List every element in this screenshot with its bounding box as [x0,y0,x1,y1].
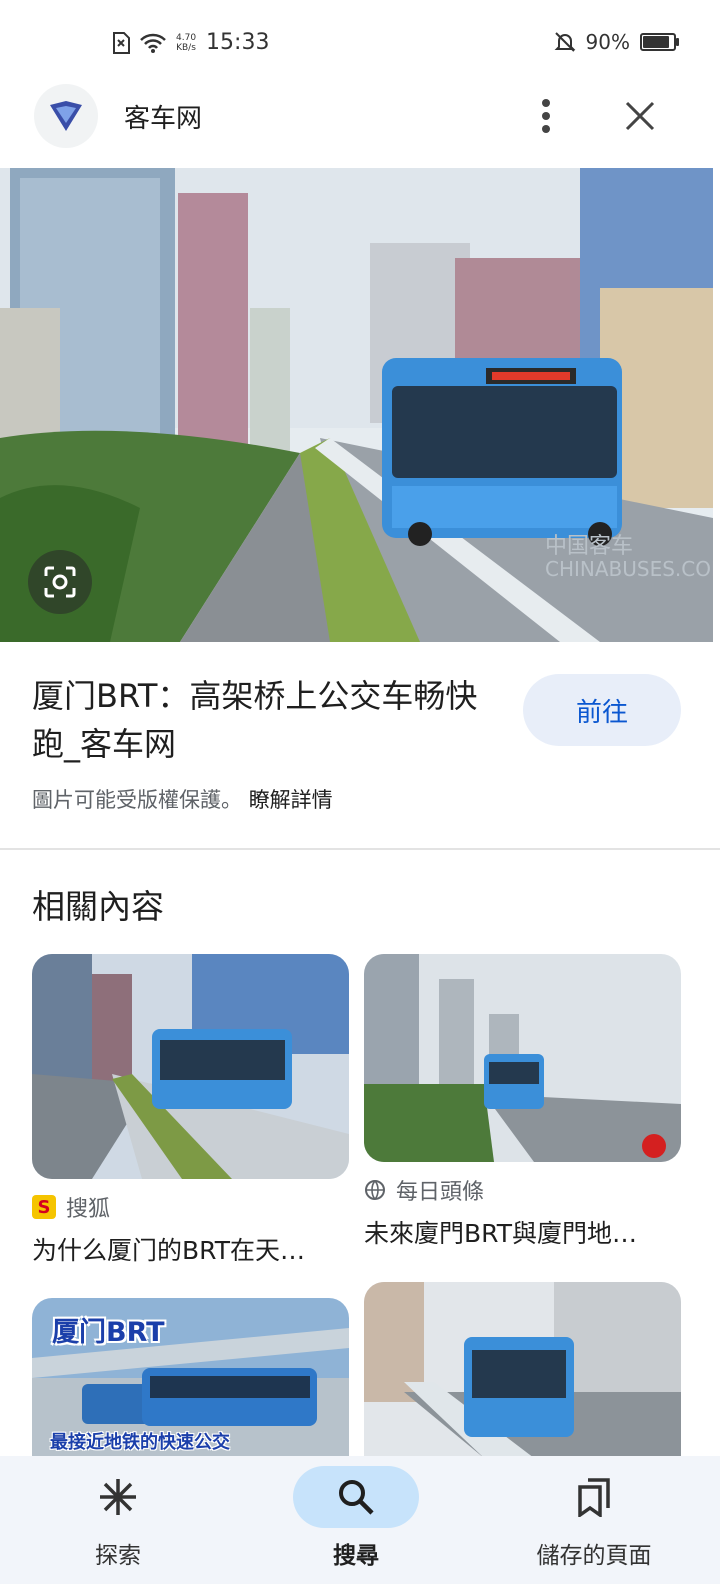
divider [0,848,720,850]
related-source-1: S 搜狐 [32,1191,349,1223]
network-speed: 4.70 KB/s [176,32,197,53]
nav-search[interactable]: 搜尋 [256,1456,456,1584]
status-bar: 4.70 KB/s 15:33 90% [0,0,720,90]
more-options-button[interactable] [526,92,566,140]
asterisk-icon [100,1479,136,1515]
copyright-text: 圖片可能受版權保護。 [32,788,242,812]
nav-saved-label: 儲存的頁面 [536,1543,652,1569]
visit-button[interactable]: 前往 [523,674,681,746]
related-caption-1: 为什么厦门的BRT在天… [32,1236,305,1265]
nav-saved[interactable]: 儲存的頁面 [494,1456,694,1584]
result-title[interactable]: 厦门BRT：高架桥上公交车畅快跑_客车网 [32,672,502,768]
related-card-2[interactable]: 每日頭條 未來廈門BRT與廈門地… [364,954,681,1250]
status-time: 15:33 [206,30,270,55]
related-card-4[interactable] [364,1282,681,1458]
main-image[interactable]: CHINABUSES.COM 中国客车 [0,168,713,642]
battery-percent: 90% [585,30,630,54]
site-logo[interactable] [34,84,98,148]
bookmarks-icon [578,1478,610,1517]
nav-explore-label: 探索 [95,1543,141,1569]
sohu-logo-icon: S [32,1195,56,1219]
related-source-2: 每日頭條 [364,1174,681,1206]
nav-search-label: 搜尋 [333,1543,379,1569]
bottom-navigation: 探索 搜尋 儲存的頁面 [0,1456,720,1584]
related-card-1[interactable]: S 搜狐 为什么厦门的BRT在天… [32,954,349,1267]
close-button[interactable] [620,94,660,138]
sim-off-icon [113,31,130,54]
overlay-text: 最接近地铁的快速公交 [50,1432,230,1453]
related-image-2 [364,954,681,1162]
learn-more-link[interactable]: 瞭解詳情 [249,788,333,812]
close-icon [625,101,655,131]
copyright-notice: 圖片可能受版權保護。 瞭解詳情 [32,784,333,814]
more-vert-icon [542,99,550,133]
globe-icon [365,1180,385,1200]
battery-icon [640,33,679,51]
related-image-3: 厦门BRT 最接近地铁的快速公交 [32,1298,349,1458]
wifi-icon [140,33,166,53]
related-image-4 [364,1282,681,1458]
lens-button[interactable] [28,550,92,614]
shield-logo-icon [50,101,82,131]
related-image-1 [32,954,349,1179]
search-icon [339,1480,374,1515]
page-header: 客车网 [0,82,720,152]
nav-explore[interactable]: 探索 [18,1456,218,1584]
brt-bridge-photo: CHINABUSES.COM 中国客车 [0,168,713,642]
svg-text:CHINABUSES.COM: CHINABUSES.COM [545,557,713,581]
lens-icon [44,566,76,598]
bell-off-icon [554,32,575,52]
site-name[interactable]: 客车网 [124,98,202,135]
related-card-3[interactable]: 厦门BRT 最接近地铁的快速公交 [32,1298,349,1458]
svg-text:中国客车: 中国客车 [545,534,633,559]
related-heading: 相關內容 [32,887,164,926]
overlay-title: 厦门BRT [52,1317,165,1348]
related-caption-2: 未來廈門BRT與廈門地… [364,1219,637,1248]
